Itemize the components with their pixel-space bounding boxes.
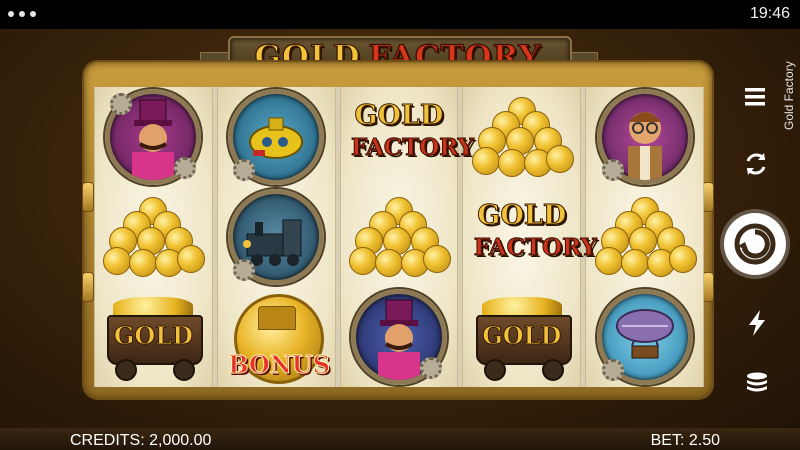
reel-3: GOLD FACTORY [339,87,475,387]
symbol-coins [467,89,577,185]
gold-cart: GOLD [103,295,204,381]
credits-display: CREDITS: 2,000.00 [70,432,212,449]
turbo-button[interactable] [742,308,772,338]
menu-icon [745,88,765,106]
frame-rivet [82,272,94,302]
symbol-submarine [221,89,331,185]
coin-pile [594,197,697,277]
bet-display[interactable]: BET: 2.50 [651,432,720,450]
reel-2: BONUS [216,87,336,387]
spin-icon [734,223,776,265]
symbol-gold-cart: GOLD [98,289,208,385]
menu-button[interactable] [740,84,770,110]
spin-button[interactable] [724,213,786,275]
reel-5 [585,87,704,387]
gear-icon [601,159,624,181]
frame-rivet [82,182,94,212]
bottom-bar: CREDITS: 2,000.00 BET: 2.50 [0,428,800,450]
bonus-coin: BONUS [228,292,331,384]
gear-icon [174,157,197,179]
gear-icon [419,357,442,379]
symbol-gold-factory: GOLD FACTORY [467,189,597,285]
bonus-label: BONUS [228,350,331,380]
status-clock: 19:46 [749,5,790,22]
gf-word-factory: FACTORY [473,234,597,262]
symbol-coins [344,189,454,285]
symbol-ringmaster [98,89,208,185]
coin-pile [103,197,206,277]
gold-factory-wild: GOLD FACTORY [473,194,597,280]
turbo-icon [749,310,765,336]
autoplay-icon [746,153,766,175]
coin-pile [348,197,451,277]
gf-word-gold: GOLD [354,100,444,132]
gold-factory-wild: GOLD FACTORY [350,94,475,180]
symbol-inventor [590,89,700,185]
gf-word-factory: FACTORY [350,134,475,162]
gear-icon [601,359,624,381]
coin-pile [471,97,574,177]
cart-label: GOLD [113,321,193,351]
bet-stack-icon [747,372,767,392]
symbol-gold-factory: GOLD FACTORY [344,89,475,185]
gf-word-gold: GOLD [477,200,567,232]
bet-button[interactable] [742,368,772,398]
symbol-airship [590,289,700,385]
reel-1: GOLD [94,87,213,387]
overflow-dots-icon[interactable] [8,11,36,17]
reel-grid[interactable]: GOLD BONUS GOLD FACTORY GOLD FACTORY GOL… [94,87,704,387]
gold-cart: GOLD [472,295,572,381]
symbol-ringmaster [344,289,454,385]
cart-label: GOLD [482,321,562,351]
symbol-locomotive [221,189,331,285]
game-title-vertical: Gold Factory [782,61,796,130]
symbol-coins [590,189,700,285]
symbol-bonus: BONUS [221,289,331,385]
reel-4: GOLD FACTORY GOLD [462,87,597,387]
symbol-gold-cart: GOLD [467,289,577,385]
autoplay-button[interactable] [740,148,772,180]
symbol-coins [98,189,208,285]
status-bar: 19:46 [0,0,800,29]
